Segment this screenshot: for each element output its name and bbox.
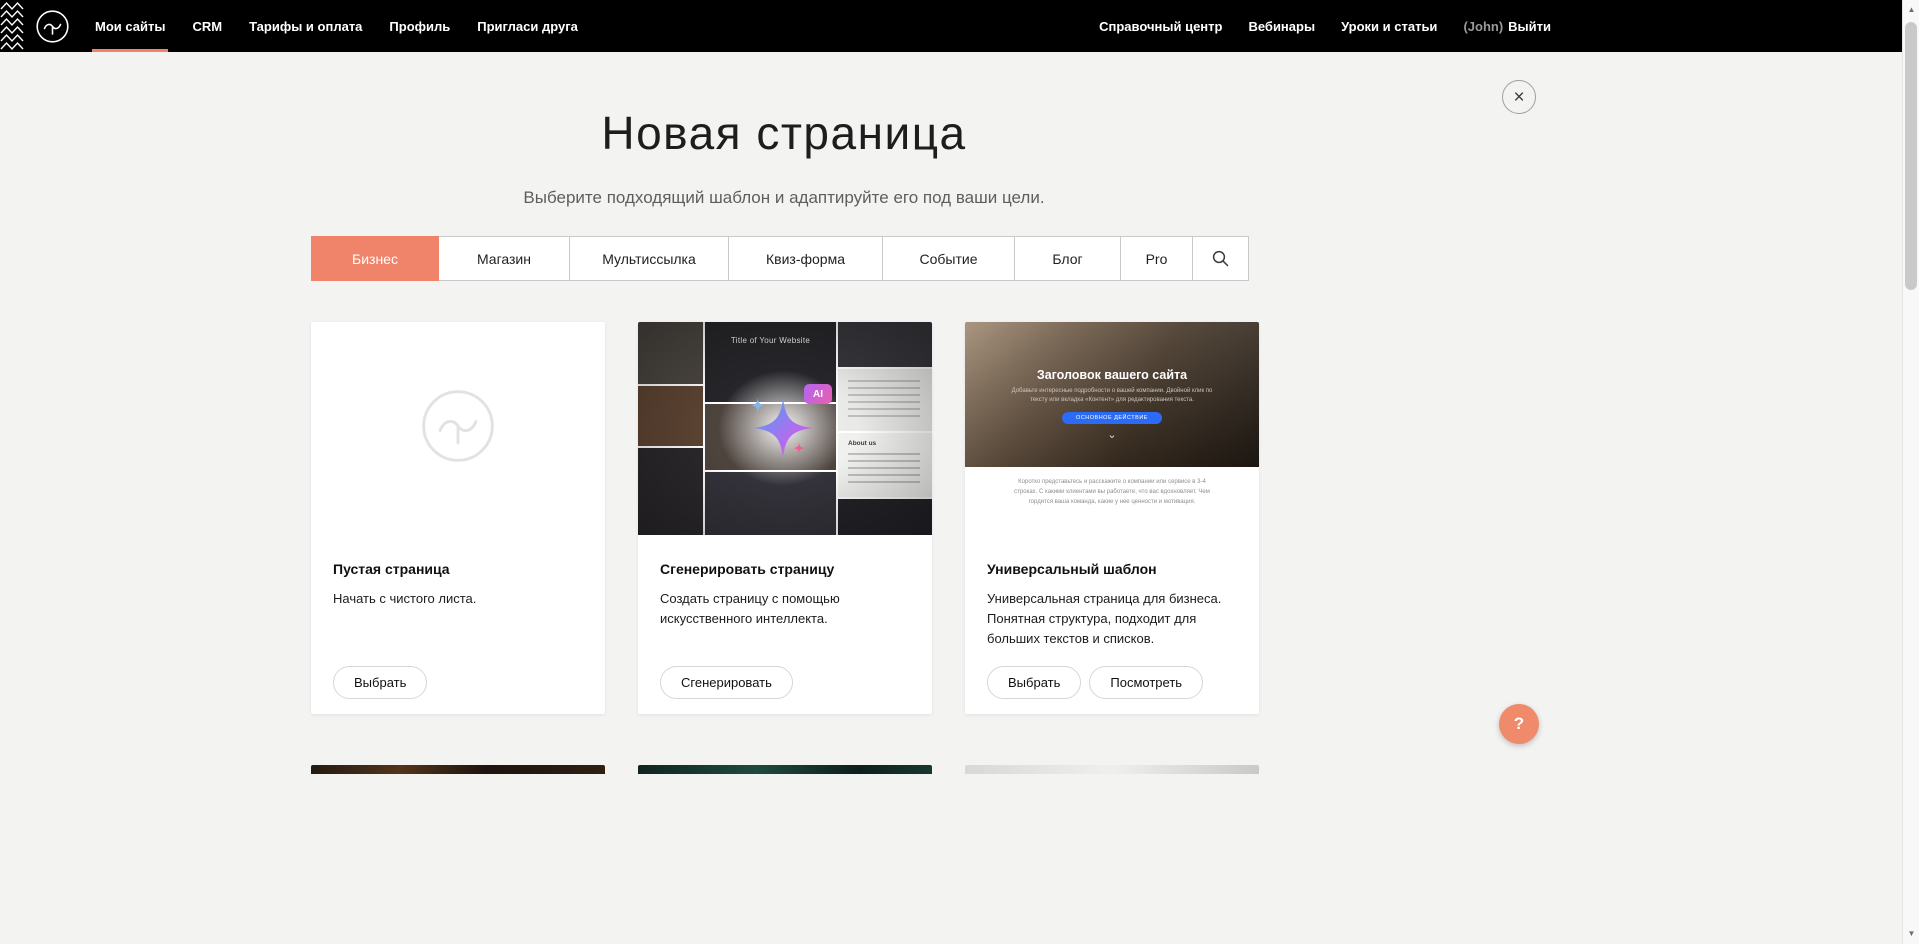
chevron-down-icon: ⌄	[965, 430, 1259, 440]
scrollbar: ▲ ▼	[1902, 0, 1919, 944]
nav-item-lessons[interactable]: Уроки и статьи	[1341, 0, 1437, 52]
nav-item-label: Тарифы и оплата	[249, 19, 362, 34]
preview-button[interactable]: Посмотреть	[1089, 666, 1203, 699]
help-button[interactable]: ?	[1499, 704, 1539, 744]
nav-item-my-sites[interactable]: Мои сайты	[95, 0, 165, 52]
blank-page-preview	[311, 322, 605, 535]
nav-item-invite-friend[interactable]: Пригласи друга	[477, 0, 578, 52]
template-card-partial[interactable]	[311, 765, 605, 774]
nav-item-label: CRM	[192, 19, 222, 34]
secondary-nav: Справочный центр Вебинары Уроки и статьи…	[1099, 0, 1551, 52]
ai-badge: AI	[804, 384, 832, 404]
tab-label: Pro	[1146, 251, 1168, 267]
zigzag-decoration-icon	[0, 0, 24, 52]
tab-label: Бизнес	[352, 251, 398, 267]
user-name: (John)	[1463, 19, 1503, 34]
tab-label: Мультиссылка	[602, 251, 696, 267]
tab-label: Магазин	[477, 251, 531, 267]
card-description: Универсальная страница для бизнеса. Поня…	[987, 589, 1237, 649]
template-card-partial[interactable]	[638, 765, 932, 774]
preview-body-section: Коротко представьтесь и расскажите о ком…	[965, 467, 1259, 535]
generate-button[interactable]: Сгенерировать	[660, 666, 793, 699]
template-card-partial[interactable]	[965, 765, 1259, 774]
logout-label: Выйти	[1508, 19, 1551, 34]
card-title: Универсальный шаблон	[987, 561, 1237, 577]
tab-blog[interactable]: Блог	[1014, 236, 1121, 281]
tilda-logo-icon[interactable]	[36, 10, 69, 43]
main-nav: Мои сайты CRM Тарифы и оплата Профиль Пр…	[95, 0, 578, 52]
next-template-row-partial	[311, 765, 1259, 774]
template-card-universal: Заголовок вашего сайта Добавьте интересн…	[965, 322, 1259, 714]
tilda-watermark-icon	[421, 389, 495, 468]
nav-item-label: Профиль	[389, 19, 450, 34]
template-card-ai: About us Title of Your Website	[638, 322, 932, 714]
preview-cta-button: основное действие	[1062, 412, 1162, 424]
card-description: Создать страницу с помощью искусственног…	[660, 589, 910, 629]
nav-item-webinars[interactable]: Вебинары	[1248, 0, 1315, 52]
app-root: Мои сайты CRM Тарифы и оплата Профиль Пр…	[0, 0, 1919, 944]
tab-label: Событие	[920, 251, 978, 267]
choose-blank-button[interactable]: Выбрать	[333, 666, 427, 699]
card-body: Пустая страница Начать с чистого листа.	[311, 535, 605, 627]
preview-site-title: Заголовок вашего сайта	[965, 368, 1259, 382]
nav-item-label: Уроки и статьи	[1341, 19, 1437, 34]
tab-business[interactable]: Бизнес	[311, 236, 439, 281]
template-category-tabs: Бизнес Магазин Мультиссылка Квиз-форма С…	[311, 236, 1249, 281]
nav-item-profile[interactable]: Профиль	[389, 0, 450, 52]
logout-link[interactable]: (John) Выйти	[1463, 0, 1551, 52]
nav-item-help-center[interactable]: Справочный центр	[1099, 0, 1222, 52]
tab-search[interactable]	[1192, 236, 1249, 281]
ai-collage-preview: About us Title of Your Website	[638, 322, 932, 535]
card-title: Сгенерировать страницу	[660, 561, 910, 577]
scroll-down-arrow-icon[interactable]: ▼	[1903, 926, 1919, 942]
tab-shop[interactable]: Магазин	[438, 236, 570, 281]
universal-template-preview: Заголовок вашего сайта Добавьте интересн…	[965, 322, 1259, 535]
tab-pro[interactable]: Pro	[1120, 236, 1193, 281]
page-title: Новая страница	[0, 106, 1568, 160]
card-title: Пустая страница	[333, 561, 583, 577]
close-icon: ×	[1513, 87, 1524, 108]
search-icon	[1212, 250, 1229, 267]
preview-hero-section: Заголовок вашего сайта Добавьте интересн…	[965, 322, 1259, 467]
choose-universal-button[interactable]: Выбрать	[987, 666, 1081, 699]
card-body: Универсальный шаблон Универсальная стран…	[965, 535, 1259, 667]
tab-label: Квиз-форма	[766, 251, 845, 267]
top-header: Мои сайты CRM Тарифы и оплата Профиль Пр…	[0, 0, 1919, 52]
nav-item-label: Мои сайты	[95, 19, 165, 34]
template-cards-row: Пустая страница Начать с чистого листа. …	[311, 322, 1259, 714]
card-buttons: Выбрать	[333, 666, 427, 699]
nav-item-label: Вебинары	[1248, 19, 1315, 34]
card-description: Начать с чистого листа.	[333, 589, 583, 609]
preview-site-subtitle: Добавьте интересные подробности о вашей …	[1006, 387, 1218, 405]
card-buttons: Сгенерировать	[660, 666, 793, 699]
nav-item-label: Пригласи друга	[477, 19, 578, 34]
question-icon: ?	[1514, 714, 1524, 733]
nav-item-label: Справочный центр	[1099, 19, 1222, 34]
preview-body-text: Коротко представьтесь и расскажите о ком…	[1009, 478, 1215, 508]
page-subtitle: Выберите подходящий шаблон и адаптируйте…	[0, 188, 1568, 208]
tab-quiz-form[interactable]: Квиз-форма	[728, 236, 883, 281]
scroll-up-arrow-icon[interactable]: ▲	[1903, 2, 1919, 18]
tab-multilink[interactable]: Мультиссылка	[569, 236, 729, 281]
tab-event[interactable]: Событие	[882, 236, 1015, 281]
nav-item-crm[interactable]: CRM	[192, 0, 222, 52]
card-buttons: Выбрать Посмотреть	[987, 666, 1203, 699]
tab-label: Блог	[1052, 251, 1082, 267]
nav-item-tariffs[interactable]: Тарифы и оплата	[249, 0, 362, 52]
scrollbar-thumb[interactable]	[1905, 22, 1917, 290]
card-body: Сгенерировать страницу Создать страницу …	[638, 535, 932, 647]
template-card-blank: Пустая страница Начать с чистого листа. …	[311, 322, 605, 714]
